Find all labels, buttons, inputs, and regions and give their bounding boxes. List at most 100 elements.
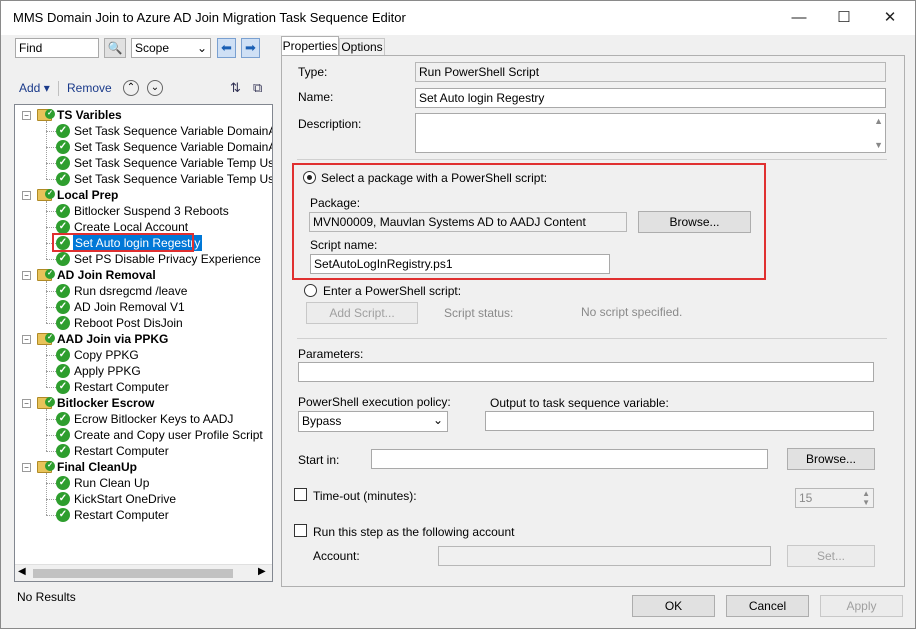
output-label: Output to task sequence variable:: [490, 396, 669, 410]
set-account-button[interactable]: Set...: [787, 545, 875, 567]
tree-group[interactable]: TS Varibles: [57, 107, 122, 123]
search-icon: 🔍: [107, 41, 123, 55]
sort-icon[interactable]: ⇅: [230, 80, 241, 96]
parameters-label: Parameters:: [298, 347, 364, 361]
tree-item[interactable]: Restart Computer: [74, 507, 169, 523]
tree-group[interactable]: Final CleanUp: [57, 459, 137, 475]
check-icon: ✓: [45, 189, 55, 199]
check-icon: ✓: [56, 140, 70, 154]
tree-item[interactable]: Set PS Disable Privacy Experience: [74, 251, 261, 267]
description-field[interactable]: ▲ ▼: [415, 113, 886, 153]
tab-properties[interactable]: Properties: [281, 36, 339, 56]
scope-select[interactable]: Scope ⌄: [131, 38, 211, 58]
tree-item[interactable]: Ecrow Bitlocker Keys to AADJ: [74, 411, 233, 427]
check-icon: ✓: [56, 492, 70, 506]
horizontal-scrollbar[interactable]: ◀ ▶: [15, 564, 272, 581]
check-icon: ✓: [56, 428, 70, 442]
radio-enter-script[interactable]: [304, 284, 317, 297]
tree-item[interactable]: Set Task Sequence Variable Temp User: [74, 155, 272, 171]
tree-group[interactable]: AD Join Removal: [57, 267, 156, 283]
dropdown-caret-icon: ▾: [43, 81, 50, 95]
parameters-field[interactable]: [298, 362, 874, 382]
name-field[interactable]: Set Auto login Regestry: [415, 88, 886, 108]
tree-item[interactable]: Reboot Post DisJoin: [74, 315, 183, 331]
policy-select[interactable]: Bypass ⌄: [298, 411, 448, 432]
tree-item[interactable]: Set Task Sequence Variable Temp User F: [74, 171, 272, 187]
tree-group[interactable]: AAD Join via PPKG: [57, 331, 168, 347]
status-text: No Results: [17, 590, 76, 604]
scroll-left-icon[interactable]: ◀: [18, 566, 26, 577]
collapse-toggle-icon[interactable]: −: [22, 463, 31, 472]
tree-line: [46, 515, 56, 516]
add-button[interactable]: Add ▾: [19, 81, 50, 95]
minimize-button[interactable]: —: [776, 1, 822, 35]
tab-options[interactable]: Options: [339, 38, 385, 56]
tree-line: [46, 473, 47, 515]
tree-item[interactable]: KickStart OneDrive: [74, 491, 176, 507]
copy-icon[interactable]: ⧉: [253, 80, 262, 96]
maximize-button[interactable]: ☐: [821, 1, 867, 35]
timeout-checkbox[interactable]: [294, 488, 307, 501]
tree-item[interactable]: Set Task Sequence Variable DomainAdm: [74, 123, 272, 139]
toolbar-divider: [58, 81, 59, 96]
add-label: Add: [19, 81, 41, 95]
tree-item[interactable]: Set Task Sequence Variable DomainAdm: [74, 139, 272, 155]
collapse-toggle-icon[interactable]: −: [22, 111, 31, 120]
tree-item[interactable]: Run Clean Up: [74, 475, 149, 491]
arrow-right-icon[interactable]: ➡: [241, 38, 260, 58]
chevron-down-icon: ⌄: [196, 41, 207, 55]
check-icon: ✓: [56, 252, 70, 266]
cancel-button[interactable]: Cancel: [726, 595, 809, 617]
start-in-field[interactable]: [371, 449, 768, 469]
timeout-stepper[interactable]: 15 ▲ ▼: [795, 488, 874, 508]
scroll-down-icon[interactable]: ▼: [874, 140, 883, 150]
output-field[interactable]: [485, 411, 874, 431]
tree-line: [46, 131, 56, 132]
tree-item[interactable]: Create and Copy user Profile Script: [74, 427, 263, 443]
collapse-toggle-icon[interactable]: −: [22, 335, 31, 344]
close-button[interactable]: ✕: [867, 1, 913, 35]
editor-window: MMS Domain Join to Azure AD Join Migrati…: [0, 0, 916, 629]
tree-item[interactable]: AD Join Removal V1: [74, 299, 185, 315]
remove-button[interactable]: Remove: [67, 81, 112, 95]
apply-button[interactable]: Apply: [820, 595, 903, 617]
search-button[interactable]: 🔍: [104, 38, 126, 58]
check-icon: ✓: [56, 124, 70, 138]
tree-item[interactable]: Run dsregcmd /leave: [74, 283, 187, 299]
collapse-toggle-icon[interactable]: −: [22, 399, 31, 408]
tree-line: [46, 499, 56, 500]
run-as-checkbox[interactable]: [294, 524, 307, 537]
tree-item[interactable]: Copy PPKG: [74, 347, 139, 363]
tree-item[interactable]: Apply PPKG: [74, 363, 141, 379]
tree-item[interactable]: Restart Computer: [74, 379, 169, 395]
tree-line: [46, 281, 47, 323]
check-icon: ✓: [45, 461, 55, 471]
description-label: Description:: [298, 117, 362, 131]
scroll-up-icon[interactable]: ▲: [874, 116, 883, 126]
collapse-toggle-icon[interactable]: −: [22, 191, 31, 200]
find-input[interactable]: Find: [15, 38, 99, 58]
tree-group[interactable]: Bitlocker Escrow: [57, 395, 154, 411]
tree-line: [46, 435, 56, 436]
tree-item[interactable]: Bitlocker Suspend 3 Reboots: [74, 203, 229, 219]
tree-line: [46, 419, 56, 420]
policy-value: Bypass: [302, 414, 342, 428]
browse-start-in-button[interactable]: Browse...: [787, 448, 875, 470]
tree-item[interactable]: Restart Computer: [74, 443, 169, 459]
tree-line: [46, 483, 56, 484]
arrow-left-icon[interactable]: ⬅: [217, 38, 236, 58]
move-up-icon[interactable]: ⌃: [123, 80, 139, 96]
tree-group[interactable]: Local Prep: [57, 187, 118, 203]
highlight-box: [52, 233, 194, 252]
move-down-icon[interactable]: ⌄: [147, 80, 163, 96]
ok-button[interactable]: OK: [632, 595, 715, 617]
collapse-toggle-icon[interactable]: −: [22, 271, 31, 280]
radio-enter-script-label: Enter a PowerShell script:: [323, 284, 462, 298]
stepper-up-icon[interactable]: ▲: [862, 489, 870, 498]
policy-label: PowerShell execution policy:: [298, 395, 451, 409]
scroll-right-icon[interactable]: ▶: [258, 566, 266, 577]
add-script-button[interactable]: Add Script...: [306, 302, 418, 324]
task-sequence-tree[interactable]: ◀ ▶ − ✓ TS Varibles ✓ Set Task Sequence Vari…: [14, 104, 273, 582]
scroll-thumb[interactable]: [33, 569, 233, 578]
stepper-down-icon[interactable]: ▼: [862, 498, 870, 507]
